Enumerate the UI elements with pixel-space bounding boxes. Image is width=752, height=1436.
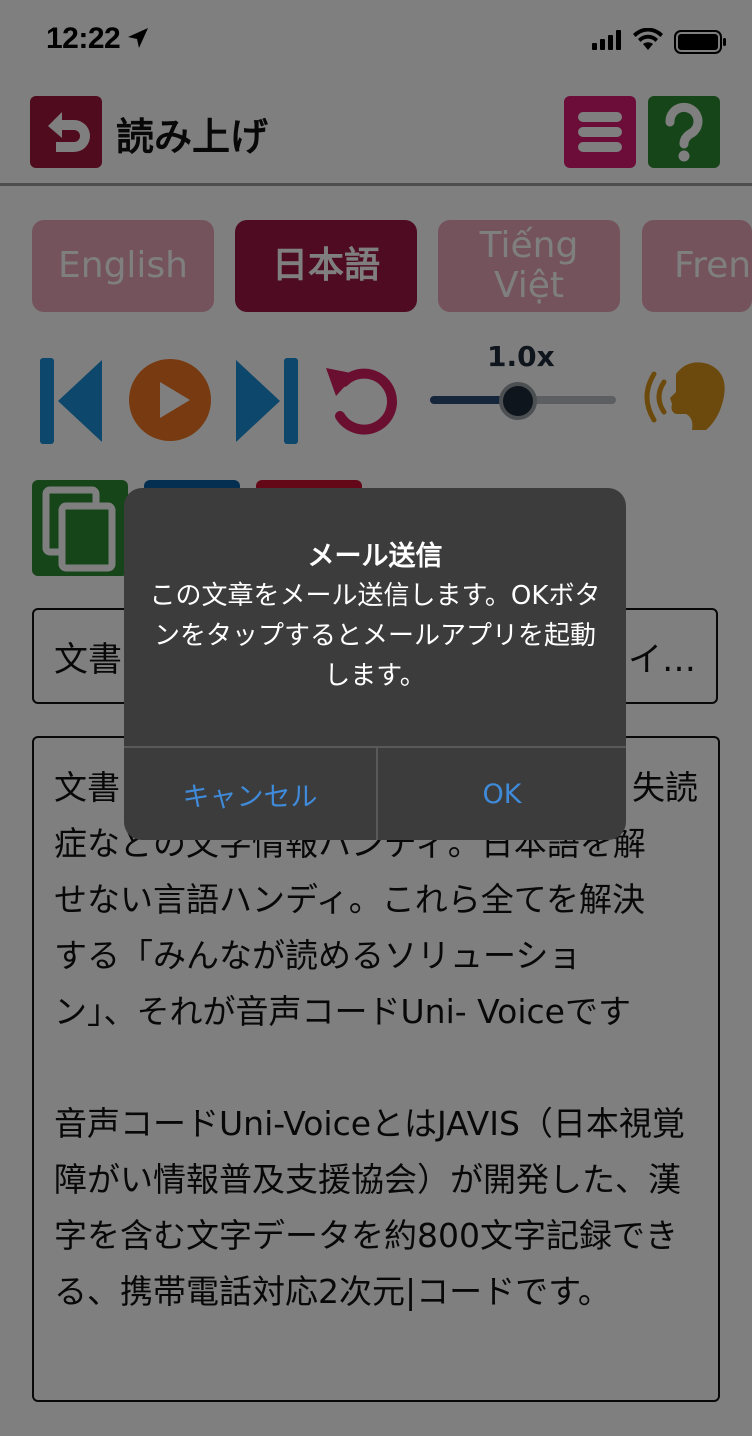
mail-alert-dialog: メール送信 この文章をメール送信します。OKボタンをタップするとメールアプリを起… (124, 488, 626, 840)
alert-cancel-button[interactable]: キャンセル (124, 748, 376, 840)
alert-message: この文章をメール送信します。OKボタンをタップするとメールアプリを起動します。 (149, 581, 601, 691)
alert-ok-button[interactable]: OK (378, 748, 626, 840)
alert-title: メール送信 (307, 541, 443, 572)
